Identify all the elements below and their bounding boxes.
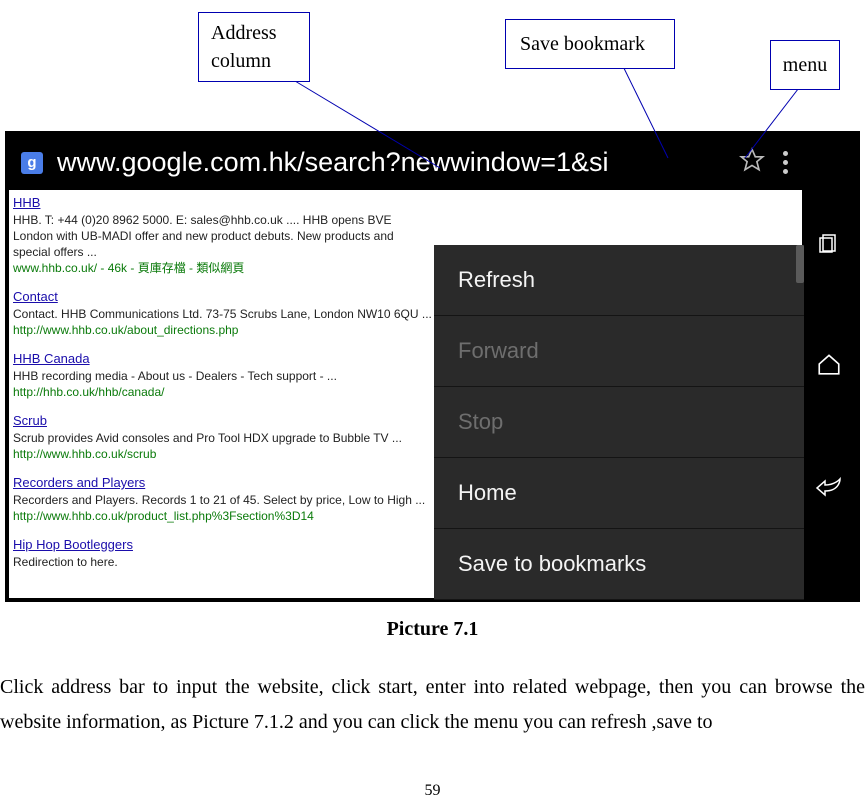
result-snippet: Recorders and Players. Records 1 to 21 o… [13,493,425,507]
result-url: http://hhb.co.uk/hhb/canada/ [13,385,164,399]
system-nav-bar [802,135,856,598]
result-title-link[interactable]: Recorders and Players [13,475,145,490]
favicon-icon: g [21,152,43,174]
device-inner: g www.google.com.hk/search?newwindow=1&s… [9,135,856,598]
result-title-link[interactable]: HHB [13,195,40,210]
result-url: http://www.hhb.co.uk/about_directions.ph… [13,323,238,337]
result-title-link[interactable]: HHB Canada [13,351,90,366]
result-title-link[interactable]: Scrub [13,413,47,428]
menu-item-home[interactable]: Home [434,458,804,529]
url-text[interactable]: www.google.com.hk/search?newwindow=1&si [57,147,725,178]
search-result: Scrub Scrub provides Avid consoles and Pr… [13,412,433,462]
result-url: www.hhb.co.uk/ - 46k - 頁庫存檔 - 類似網頁 [13,261,244,275]
search-result: Hip Hop Bootleggers Redirection to here. [13,536,433,570]
figure-caption: Picture 7.1 [0,618,865,641]
page-number: 59 [0,782,865,800]
result-title-link[interactable]: Hip Hop Bootleggers [13,537,133,552]
device-frame: g www.google.com.hk/search?newwindow=1&s… [5,131,860,602]
result-title-link[interactable]: Contact [13,289,58,304]
bookmark-star-icon[interactable] [739,147,765,178]
callout-menu: menu [770,40,840,90]
callout-address-column: Address column [198,12,310,82]
result-snippet: Contact. HHB Communications Ltd. 73-75 S… [13,307,432,321]
menu-item-forward: Forward [434,316,804,387]
menu-item-stop: Stop [434,387,804,458]
menu-item-save-to-bookmarks[interactable]: Save to bookmarks [434,529,804,600]
body-paragraph: Click address bar to input the website, … [0,670,865,740]
browser-address-bar[interactable]: g www.google.com.hk/search?newwindow=1&s… [9,135,802,190]
overflow-menu-icon[interactable] [783,151,788,174]
menu-item-refresh[interactable]: Refresh [434,245,804,316]
back-icon[interactable] [815,473,843,502]
result-url: http://www.hhb.co.uk/product_list.php%3F… [13,509,314,523]
result-snippet: HHB. T: +44 (0)20 8962 5000. E: sales@hh… [13,213,394,259]
home-icon[interactable] [816,351,842,382]
result-snippet: HHB recording media - About us - Dealers… [13,369,337,383]
search-results-list: HHB HHB. T: +44 (0)20 8962 5000. E: sales… [13,194,433,582]
result-snippet: Scrub provides Avid consoles and Pro Too… [13,431,402,445]
result-url: http://www.hhb.co.uk/scrub [13,447,156,461]
webpage-content: HHB HHB. T: +44 (0)20 8962 5000. E: sales… [9,190,802,598]
search-result: Contact Contact. HHB Communications Ltd. … [13,288,433,338]
search-result: HHB Canada HHB recording media - About us… [13,350,433,400]
recent-apps-icon[interactable] [817,231,841,260]
callout-save-bookmark: Save bookmark [505,19,675,69]
browser-menu-popup: RefreshForwardStopHomeSave to bookmarks [434,245,804,600]
scrollbar-thumb[interactable] [796,245,804,283]
result-snippet: Redirection to here. [13,555,118,569]
search-result: HHB HHB. T: +44 (0)20 8962 5000. E: sales… [13,194,433,276]
search-result: Recorders and Players Recorders and Playe… [13,474,433,524]
